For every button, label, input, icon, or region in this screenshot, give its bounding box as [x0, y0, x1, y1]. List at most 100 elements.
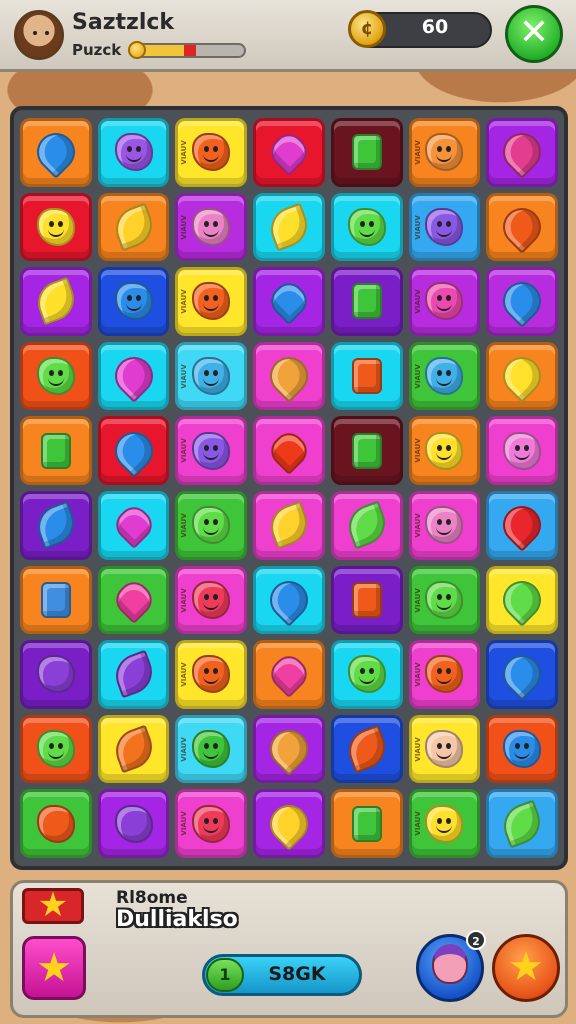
friend-badge: 2: [466, 930, 486, 950]
board-tile[interactable]: [486, 565, 558, 635]
candy-blob-icon: [425, 431, 464, 470]
candy-blob-icon: [425, 506, 464, 545]
board-tile[interactable]: [253, 490, 325, 560]
board-tile[interactable]: VIAUV: [408, 490, 481, 560]
player-avatar[interactable]: [14, 10, 64, 60]
board-tile[interactable]: [330, 267, 403, 336]
board-tile[interactable]: VIAUV: [175, 789, 248, 858]
board-tile[interactable]: VIAUV: [175, 341, 248, 411]
board-tile[interactable]: [330, 490, 403, 560]
board-tile[interactable]: [253, 192, 325, 262]
board-tile[interactable]: VIAUV: [408, 341, 481, 411]
board-tile[interactable]: [97, 565, 170, 635]
candy-smile: [125, 154, 142, 162]
board-tile[interactable]: [253, 416, 325, 485]
candy-leaf-icon: [264, 500, 314, 550]
board-tile[interactable]: [330, 640, 403, 709]
board-tile[interactable]: VIAUV: [408, 789, 481, 858]
board-tile[interactable]: [486, 341, 558, 411]
board-tile[interactable]: VIAUV: [175, 490, 248, 560]
board-tile[interactable]: [330, 789, 403, 858]
board-tile[interactable]: VIAUV: [175, 118, 248, 187]
board-tile[interactable]: VIAUV: [408, 118, 481, 187]
board-tile[interactable]: [486, 640, 558, 709]
candy-smile: [436, 229, 453, 237]
board-tile[interactable]: [253, 267, 325, 336]
board-tile[interactable]: [97, 341, 170, 411]
board-tile[interactable]: [97, 490, 170, 560]
board-tile[interactable]: VIAUV: [175, 416, 248, 485]
candy-leaf-icon: [264, 202, 314, 252]
board-tile[interactable]: [330, 565, 403, 635]
board-tile[interactable]: VIAUV: [408, 565, 481, 635]
candy-drop-icon: [495, 274, 550, 329]
candy-smile: [203, 303, 220, 312]
candy-drop-icon: [106, 349, 161, 403]
candy-heart-icon: [264, 128, 314, 177]
board-tile[interactable]: VIAUV: [408, 640, 481, 709]
board-tile[interactable]: [253, 565, 325, 635]
candy-smile: [203, 825, 220, 834]
close-button[interactable]: ✕: [505, 5, 563, 63]
board-tile[interactable]: [97, 640, 170, 709]
board-tile[interactable]: [253, 640, 325, 709]
candy-blob-icon: [425, 282, 464, 321]
favorite-star-button[interactable]: ★: [492, 934, 560, 1002]
board-tile[interactable]: [486, 789, 558, 858]
candy-drop-icon: [262, 349, 316, 403]
panel-title: Rl8ome: [116, 888, 188, 908]
board-tile[interactable]: [330, 118, 403, 187]
board-tile[interactable]: [20, 789, 92, 858]
board-tile[interactable]: [20, 416, 92, 485]
board-tile[interactable]: [20, 267, 92, 336]
board-tile[interactable]: VIAUV: [175, 565, 248, 635]
board-tile[interactable]: [253, 118, 325, 187]
board-tile[interactable]: [97, 714, 170, 784]
tile-side-label: VIAUV: [180, 811, 189, 836]
board-tile[interactable]: [253, 341, 325, 411]
board-tile[interactable]: [330, 714, 403, 784]
board-tile[interactable]: [253, 789, 325, 858]
board-tile[interactable]: VIAUV: [408, 416, 481, 485]
board-tile[interactable]: [486, 416, 558, 485]
board-tile[interactable]: [20, 565, 92, 635]
action-icon: 1: [206, 958, 244, 992]
board-tile[interactable]: [20, 192, 92, 262]
board-tile[interactable]: [97, 789, 170, 858]
candy-leaf-icon: [497, 799, 547, 849]
board-tile[interactable]: [330, 416, 403, 485]
candy-drop-icon: [262, 722, 316, 776]
board-tile[interactable]: [20, 118, 92, 187]
board-tile[interactable]: [20, 341, 92, 411]
booster-star-button[interactable]: ★: [22, 936, 86, 1000]
tile-side-label: VIAUV: [180, 736, 189, 762]
board-tile[interactable]: [97, 118, 170, 187]
candy-blob-icon: [192, 357, 231, 396]
board-tile[interactable]: [486, 192, 558, 262]
board-tile[interactable]: [20, 640, 92, 709]
board-tile[interactable]: [330, 192, 403, 262]
candy-box-icon: [351, 432, 382, 469]
board-tile[interactable]: VIAUV: [408, 714, 481, 784]
board-tile[interactable]: [486, 490, 558, 560]
board-tile[interactable]: VIAUV: [408, 192, 481, 262]
board-tile[interactable]: VIAUV: [408, 267, 481, 336]
board-tile[interactable]: [20, 714, 92, 784]
board-tile[interactable]: VIAUV: [175, 192, 248, 262]
candy-blob-icon: [425, 655, 464, 694]
board-tile[interactable]: [20, 490, 92, 560]
board-tile[interactable]: [486, 118, 558, 187]
candy-leaf-icon: [342, 500, 392, 550]
board-tile[interactable]: VIAUV: [175, 714, 248, 784]
friend-face-icon: [432, 944, 468, 984]
tile-side-label: VIAUV: [413, 811, 422, 836]
board-tile[interactable]: VIAUV: [175, 267, 248, 336]
board-tile[interactable]: VIAUV: [175, 640, 248, 709]
board-tile[interactable]: [253, 714, 325, 784]
board-tile[interactable]: [97, 267, 170, 336]
board-tile[interactable]: [330, 341, 403, 411]
board-tile[interactable]: [486, 714, 558, 784]
board-tile[interactable]: [486, 267, 558, 336]
board-tile[interactable]: [97, 416, 170, 485]
board-tile[interactable]: [97, 192, 170, 262]
